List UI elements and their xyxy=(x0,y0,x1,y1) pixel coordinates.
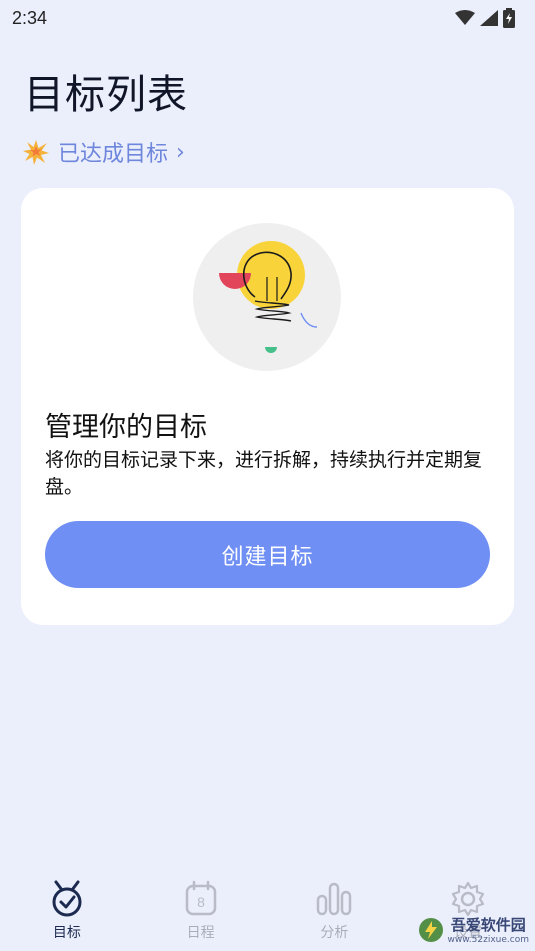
nav-label-analysis: 分析 xyxy=(320,925,349,941)
sparkle-icon xyxy=(23,140,49,165)
signal-icon xyxy=(480,10,498,26)
card-title: 管理你的目标 xyxy=(45,412,207,443)
status-bar: 2:34 xyxy=(0,0,535,36)
nav-item-analysis[interactable]: 分析 xyxy=(268,870,402,951)
nav-label-schedule: 日程 xyxy=(186,925,215,941)
watermark-logo-icon xyxy=(418,917,443,942)
create-goal-button[interactable]: 创建目标 xyxy=(45,521,490,588)
achieved-goals-link[interactable]: 已达成目标 › xyxy=(22,136,185,168)
calendar-badge: 8 xyxy=(197,894,205,910)
lightbulb-icon xyxy=(193,223,341,371)
card-description: 将你的目标记录下来，进行拆解，持续执行并定期复盘。 xyxy=(45,449,483,498)
nav-item-goals[interactable]: 目标 xyxy=(0,870,134,951)
watermark-sub: www.52zixue.com xyxy=(447,935,529,945)
watermark: 吾爱软件园 www.52zixue.com xyxy=(418,914,529,945)
page-title: 目标列表 xyxy=(24,72,188,118)
nav-item-schedule[interactable]: 8 日程 xyxy=(134,870,268,951)
nav-label-goals: 目标 xyxy=(52,925,81,941)
chart-icon xyxy=(317,882,352,916)
watermark-main: 吾爱软件园 xyxy=(450,916,526,934)
calendar-icon: 8 xyxy=(185,880,216,916)
empty-state-card: 管理你的目标 将你的目标记录下来，进行拆解，持续执行并定期复盘。 创建目标 xyxy=(21,188,514,625)
battery-icon xyxy=(503,8,515,28)
target-icon xyxy=(52,880,82,917)
achieved-goals-label: 已达成目标 xyxy=(58,142,169,167)
chevron-right-icon: › xyxy=(176,139,185,165)
status-icons xyxy=(455,8,515,28)
wifi-icon xyxy=(455,10,475,25)
watermark-text: 吾爱软件园 www.52zixue.com xyxy=(448,914,529,945)
status-time: 2:34 xyxy=(12,7,48,28)
gear-icon xyxy=(452,881,485,917)
